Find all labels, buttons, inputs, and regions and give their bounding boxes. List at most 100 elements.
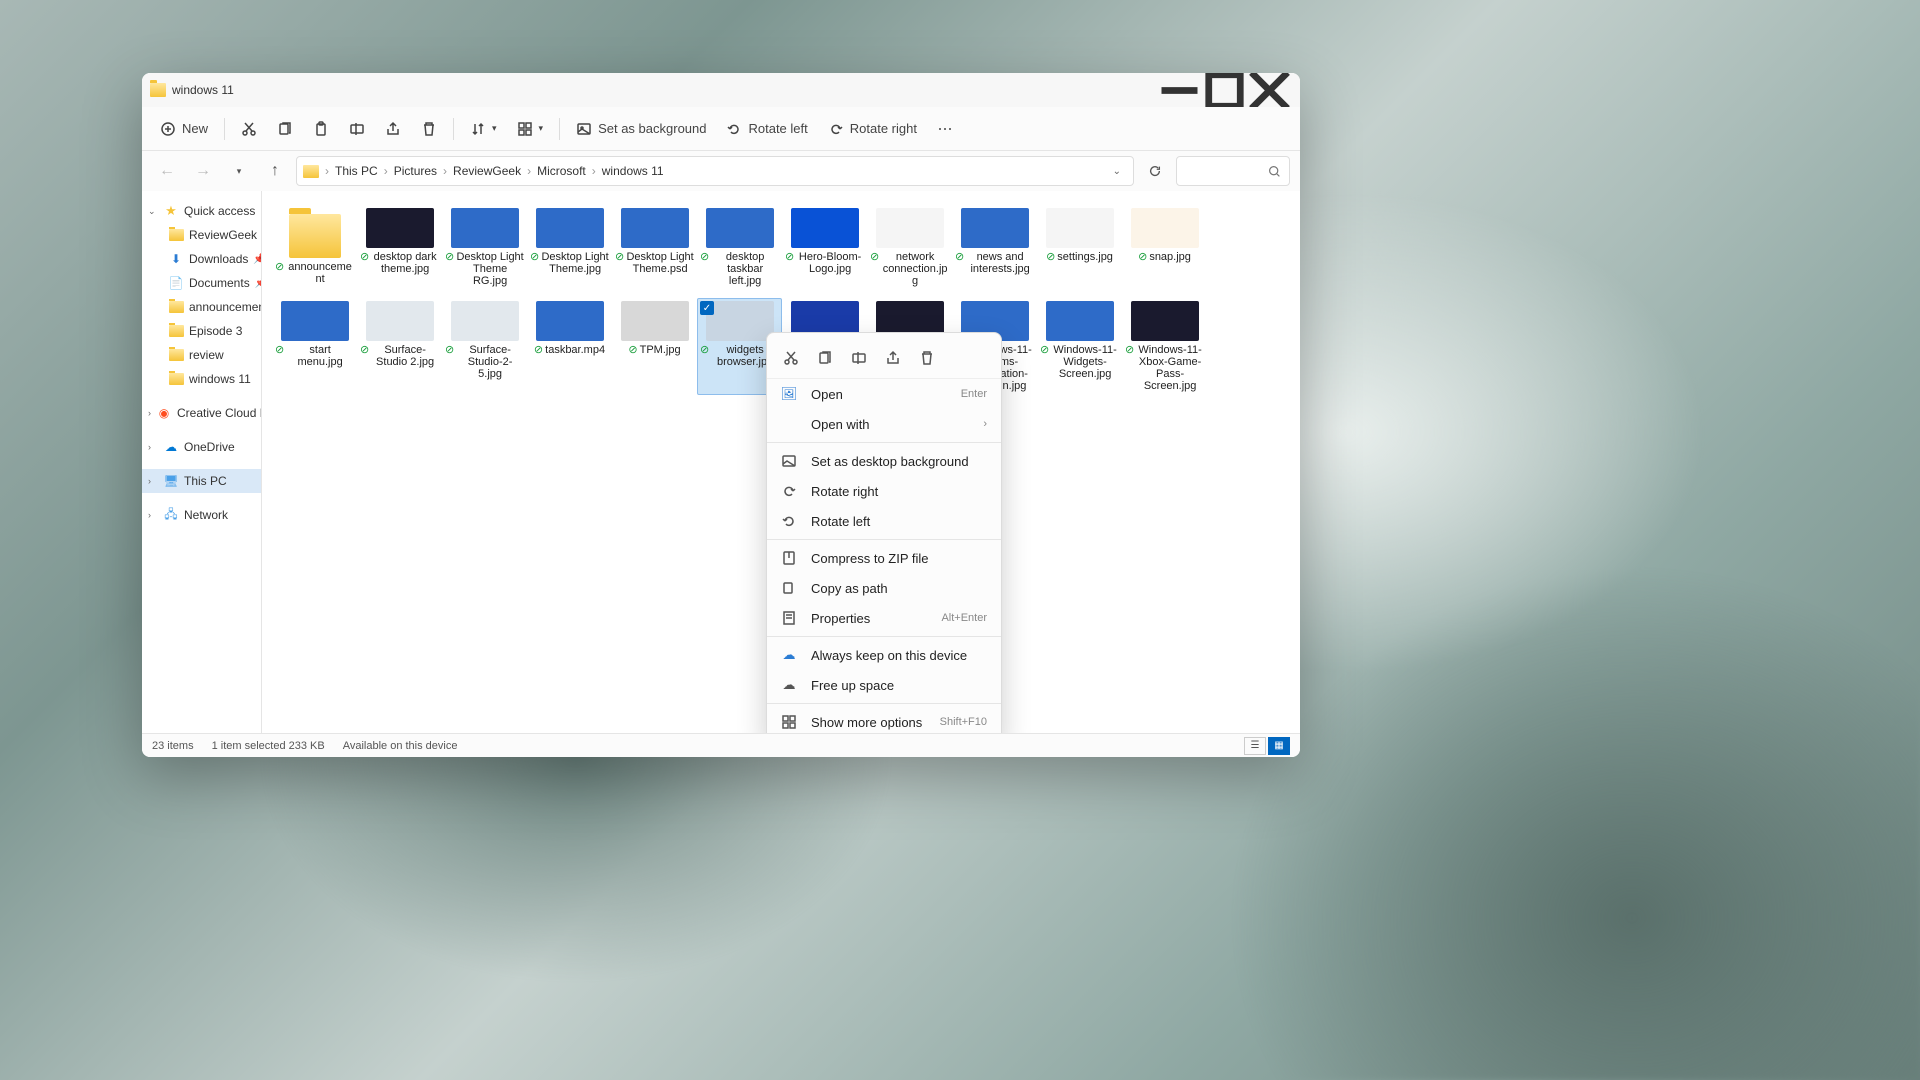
- sort-button[interactable]: ▾: [462, 113, 505, 145]
- delete-icon[interactable]: [919, 350, 935, 366]
- ctx-open[interactable]: 🖼OpenEnter: [767, 379, 1001, 409]
- sync-icon: ⊘: [275, 261, 284, 273]
- file-item[interactable]: ⊘Hero-Bloom-Logo.jpg: [782, 205, 867, 290]
- ctx-set-background[interactable]: Set as desktop background: [767, 446, 1001, 476]
- thumbnail: [1131, 301, 1199, 341]
- rotate-right-icon: [781, 483, 797, 499]
- close-button[interactable]: [1247, 74, 1292, 106]
- sidebar-item-this-pc[interactable]: ›🖥This PC: [142, 469, 261, 493]
- file-item[interactable]: ⊘Desktop Light Theme.psd: [612, 205, 697, 290]
- ctx-free-space[interactable]: ☁Free up space: [767, 670, 1001, 700]
- details-view-button[interactable]: ☰: [1244, 737, 1266, 755]
- breadcrumb-item[interactable]: ReviewGeek: [453, 164, 521, 178]
- more-button[interactable]: [929, 113, 961, 145]
- sidebar-item-downloads[interactable]: ⬇Downloads📌: [142, 247, 261, 271]
- file-item[interactable]: ⊘Surface-Studio-2-5.jpg: [442, 298, 527, 395]
- thumbnail: [281, 301, 349, 341]
- share-icon[interactable]: [885, 350, 901, 366]
- properties-icon: [781, 610, 797, 626]
- ctx-compress-zip[interactable]: Compress to ZIP file: [767, 543, 1001, 573]
- copy-button[interactable]: [269, 113, 301, 145]
- breadcrumb-item[interactable]: Microsoft: [537, 164, 586, 178]
- breadcrumb-item[interactable]: Pictures: [394, 164, 437, 178]
- sidebar-item-onedrive[interactable]: ›☁OneDrive: [142, 435, 261, 459]
- breadcrumb-item[interactable]: windows 11: [602, 164, 664, 178]
- file-view[interactable]: ⊘announcement⊘desktop dark theme.jpg⊘Des…: [262, 191, 1300, 733]
- sidebar-item-documents[interactable]: 📄Documents📌: [142, 271, 261, 295]
- toolbar: New ▾ ▾ Set as background Rotate left Ro…: [142, 107, 1300, 151]
- rename-icon[interactable]: [851, 350, 867, 366]
- up-button[interactable]: ↑: [260, 156, 290, 186]
- thumbnail: [366, 208, 434, 248]
- file-item[interactable]: ⊘settings.jpg: [1037, 205, 1122, 290]
- file-item[interactable]: ⊘desktop dark theme.jpg: [357, 205, 442, 290]
- paste-button[interactable]: [305, 113, 337, 145]
- thumbnail: [706, 301, 774, 341]
- sync-icon: ⊘: [445, 344, 454, 356]
- share-button[interactable]: [377, 113, 409, 145]
- forward-button[interactable]: →: [188, 156, 218, 186]
- file-item[interactable]: ⊘Desktop Light Theme RG.jpg: [442, 205, 527, 290]
- file-item[interactable]: ⊘taskbar.mp4: [527, 298, 612, 395]
- set-background-button[interactable]: Set as background: [568, 113, 714, 145]
- file-item[interactable]: ⊘Windows-11-Xbox-Game-Pass-Screen.jpg: [1122, 298, 1207, 395]
- breadcrumb-dropdown[interactable]: ⌄: [1107, 166, 1127, 177]
- rotate-right-button[interactable]: Rotate right: [820, 113, 925, 145]
- sync-icon: ⊘: [275, 344, 284, 356]
- thumbnail: [791, 208, 859, 248]
- delete-button[interactable]: [413, 113, 445, 145]
- file-item[interactable]: ⊘snap.jpg: [1122, 205, 1207, 290]
- rotate-left-icon: [781, 513, 797, 529]
- cut-icon[interactable]: [783, 350, 799, 366]
- sync-icon: ⊘: [870, 251, 879, 263]
- file-item[interactable]: ⊘TPM.jpg: [612, 298, 697, 395]
- cut-button[interactable]: [233, 113, 265, 145]
- back-button[interactable]: ←: [152, 156, 182, 186]
- sidebar-item-review[interactable]: review: [142, 343, 261, 367]
- ctx-open-with[interactable]: Open with›: [767, 409, 1001, 439]
- file-name: Surface-Studio-2-5.jpg: [456, 344, 524, 380]
- search-input[interactable]: [1176, 156, 1290, 186]
- ctx-rotate-right[interactable]: Rotate right: [767, 476, 1001, 506]
- file-item[interactable]: ⊘desktop taskbar left.jpg: [697, 205, 782, 290]
- file-name: settings.jpg: [1057, 251, 1113, 263]
- sidebar-item-network[interactable]: ›🖧Network: [142, 503, 261, 527]
- file-name: snap.jpg: [1149, 251, 1191, 263]
- sync-icon: ⊘: [360, 251, 369, 263]
- ctx-properties[interactable]: PropertiesAlt+Enter: [767, 603, 1001, 633]
- sidebar-item-quick-access[interactable]: ⌄★Quick access: [142, 199, 261, 223]
- icons-view-button[interactable]: ▦: [1268, 737, 1290, 755]
- copy-icon[interactable]: [817, 350, 833, 366]
- breadcrumb[interactable]: › This PC› Pictures› ReviewGeek› Microso…: [296, 156, 1134, 186]
- file-item[interactable]: ⊘start menu.jpg: [272, 298, 357, 395]
- rotate-left-button[interactable]: Rotate left: [718, 113, 815, 145]
- file-item[interactable]: ⊘Windows-11-Widgets-Screen.jpg: [1037, 298, 1122, 395]
- refresh-button[interactable]: [1140, 156, 1170, 186]
- file-item[interactable]: ⊘network connection.jpg: [867, 205, 952, 290]
- rename-button[interactable]: [341, 113, 373, 145]
- minimize-button[interactable]: [1157, 74, 1202, 106]
- star-icon: ★: [163, 203, 179, 219]
- recent-dropdown[interactable]: ▾: [224, 156, 254, 186]
- titlebar[interactable]: windows 11: [142, 73, 1300, 107]
- view-button[interactable]: ▾: [509, 113, 552, 145]
- new-button[interactable]: New: [152, 113, 216, 145]
- sidebar-item-announcement[interactable]: announcement: [142, 295, 261, 319]
- file-item[interactable]: ⊘Desktop Light Theme.jpg: [527, 205, 612, 290]
- ctx-always-keep[interactable]: ☁Always keep on this device: [767, 640, 1001, 670]
- ctx-rotate-left[interactable]: Rotate left: [767, 506, 1001, 536]
- ctx-copy-path[interactable]: Copy as path: [767, 573, 1001, 603]
- breadcrumb-item[interactable]: This PC: [335, 164, 378, 178]
- file-name: Desktop Light Theme.psd: [626, 251, 694, 275]
- sidebar-item-reviewgeek[interactable]: ReviewGeek📌: [142, 223, 261, 247]
- address-bar: ← → ▾ ↑ › This PC› Pictures› ReviewGeek›…: [142, 151, 1300, 191]
- sidebar-item-creative-cloud[interactable]: ›◉Creative Cloud Files: [142, 401, 261, 425]
- sidebar-item-windows11[interactable]: windows 11: [142, 367, 261, 391]
- file-item[interactable]: ⊘news and interests.jpg: [952, 205, 1037, 290]
- sidebar-item-episode3[interactable]: Episode 3: [142, 319, 261, 343]
- file-name: Windows-11-Widgets-Screen.jpg: [1051, 344, 1119, 380]
- ctx-show-more[interactable]: Show more optionsShift+F10: [767, 707, 1001, 733]
- file-item[interactable]: ⊘announcement: [272, 205, 357, 290]
- maximize-button[interactable]: [1202, 74, 1247, 106]
- file-item[interactable]: ⊘Surface-Studio 2.jpg: [357, 298, 442, 395]
